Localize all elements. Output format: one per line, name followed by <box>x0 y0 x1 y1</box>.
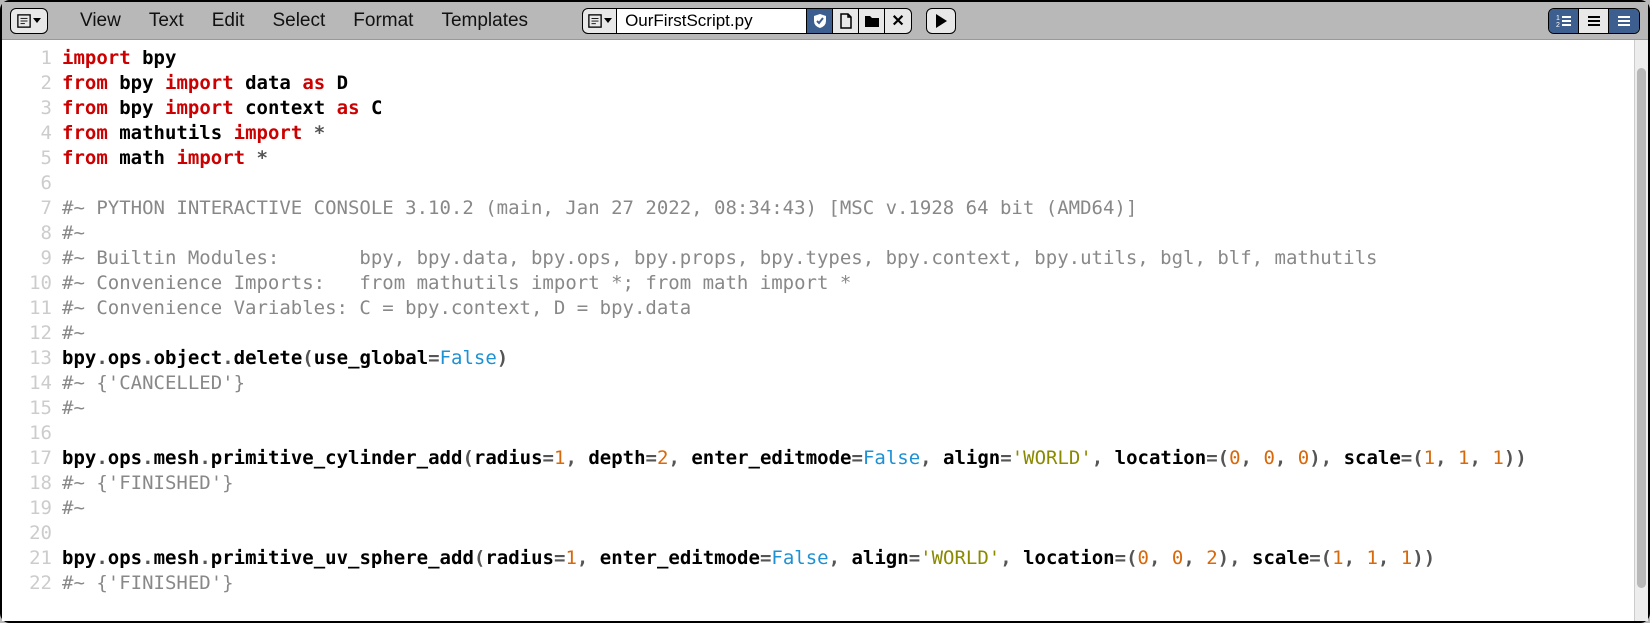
code-line[interactable]: from mathutils import * <box>62 121 1634 146</box>
code-line[interactable]: #~ Convenience Variables: C = bpy.contex… <box>62 296 1634 321</box>
code-line[interactable]: bpy.ops.mesh.primitive_cylinder_add(radi… <box>62 446 1634 471</box>
line-number: 8 <box>2 221 62 246</box>
code-line[interactable]: #~ {'FINISHED'} <box>62 471 1634 496</box>
line-number: 6 <box>2 171 62 196</box>
menu-bar: View Text Edit Select Format Templates <box>66 6 542 36</box>
code-line[interactable]: import bpy <box>62 46 1634 71</box>
svg-text:1: 1 <box>1556 15 1560 22</box>
code-line[interactable]: from bpy import context as C <box>62 96 1634 121</box>
editor-type-dropdown[interactable] <box>10 8 48 34</box>
chevron-down-icon <box>604 18 612 23</box>
toolbar: View Text Edit Select Format Templates O… <box>2 2 1648 40</box>
line-gutter: 12345678910111213141516171819202122 <box>2 40 62 621</box>
menu-text[interactable]: Text <box>135 6 198 36</box>
code-line[interactable] <box>62 171 1634 196</box>
line-number: 9 <box>2 246 62 271</box>
menu-view[interactable]: View <box>66 6 135 36</box>
scrollbar-thumb[interactable] <box>1637 68 1646 588</box>
line-number: 14 <box>2 371 62 396</box>
syntax-highlight-icon <box>1616 13 1632 29</box>
code-line[interactable]: #~ <box>62 221 1634 246</box>
line-number: 17 <box>2 446 62 471</box>
code-line[interactable]: #~ Convenience Imports: from mathutils i… <box>62 271 1634 296</box>
line-number: 15 <box>2 396 62 421</box>
line-number: 22 <box>2 571 62 596</box>
file-browse-dropdown[interactable] <box>583 9 617 33</box>
word-wrap-toggle[interactable] <box>1579 9 1609 33</box>
code-line[interactable] <box>62 521 1634 546</box>
chevron-down-icon <box>33 18 41 23</box>
code-line[interactable]: #~ <box>62 496 1634 521</box>
play-icon <box>936 14 947 28</box>
text-file-icon <box>588 14 602 28</box>
line-number: 21 <box>2 546 62 571</box>
menu-edit[interactable]: Edit <box>198 6 259 36</box>
code-line[interactable]: #~ {'CANCELLED'} <box>62 371 1634 396</box>
line-numbers-toggle[interactable]: 12 <box>1549 9 1579 33</box>
fake-user-toggle[interactable] <box>807 9 833 33</box>
code-line[interactable]: #~ Builtin Modules: bpy, bpy.data, bpy.o… <box>62 246 1634 271</box>
line-number: 10 <box>2 271 62 296</box>
code-line[interactable]: #~ {'FINISHED'} <box>62 571 1634 596</box>
line-number: 2 <box>2 71 62 96</box>
close-icon: ✕ <box>891 11 904 31</box>
code-line[interactable] <box>62 421 1634 446</box>
menu-templates[interactable]: Templates <box>427 6 542 36</box>
code-line[interactable]: from bpy import data as D <box>62 71 1634 96</box>
view-toggle-group: 12 <box>1548 8 1640 34</box>
code-content[interactable]: import bpyfrom bpy import data as Dfrom … <box>62 40 1634 621</box>
unlink-text-button[interactable]: ✕ <box>885 9 911 33</box>
code-line[interactable]: #~ <box>62 321 1634 346</box>
line-number: 11 <box>2 296 62 321</box>
line-number: 16 <box>2 421 62 446</box>
file-selector: OurFirstScript.py ✕ <box>582 8 912 34</box>
new-text-button[interactable] <box>833 9 859 33</box>
code-line[interactable]: #~ <box>62 396 1634 421</box>
editor-area: 12345678910111213141516171819202122 impo… <box>2 40 1648 621</box>
file-name-field[interactable]: OurFirstScript.py <box>617 9 807 33</box>
text-editor-icon <box>17 14 31 28</box>
code-line[interactable]: from math import * <box>62 146 1634 171</box>
line-numbers-icon: 12 <box>1555 13 1573 29</box>
code-line[interactable]: bpy.ops.object.delete(use_global=False) <box>62 346 1634 371</box>
line-number: 5 <box>2 146 62 171</box>
line-number: 4 <box>2 121 62 146</box>
code-line[interactable]: #~ PYTHON INTERACTIVE CONSOLE 3.10.2 (ma… <box>62 196 1634 221</box>
line-number: 1 <box>2 46 62 71</box>
open-text-button[interactable] <box>859 9 885 33</box>
line-number: 13 <box>2 346 62 371</box>
folder-icon <box>864 13 880 29</box>
code-line[interactable]: bpy.ops.mesh.primitive_uv_sphere_add(rad… <box>62 546 1634 571</box>
line-number: 18 <box>2 471 62 496</box>
menu-format[interactable]: Format <box>339 6 427 36</box>
svg-text:2: 2 <box>1556 22 1560 29</box>
word-wrap-icon <box>1586 13 1602 29</box>
menu-select[interactable]: Select <box>258 6 339 36</box>
line-number: 3 <box>2 96 62 121</box>
vertical-scrollbar[interactable] <box>1634 40 1648 621</box>
syntax-highlight-toggle[interactable] <box>1609 9 1639 33</box>
shield-icon <box>812 13 828 29</box>
line-number: 19 <box>2 496 62 521</box>
new-file-icon <box>838 13 854 29</box>
line-number: 12 <box>2 321 62 346</box>
line-number: 20 <box>2 521 62 546</box>
run-script-button[interactable] <box>926 8 956 34</box>
line-number: 7 <box>2 196 62 221</box>
